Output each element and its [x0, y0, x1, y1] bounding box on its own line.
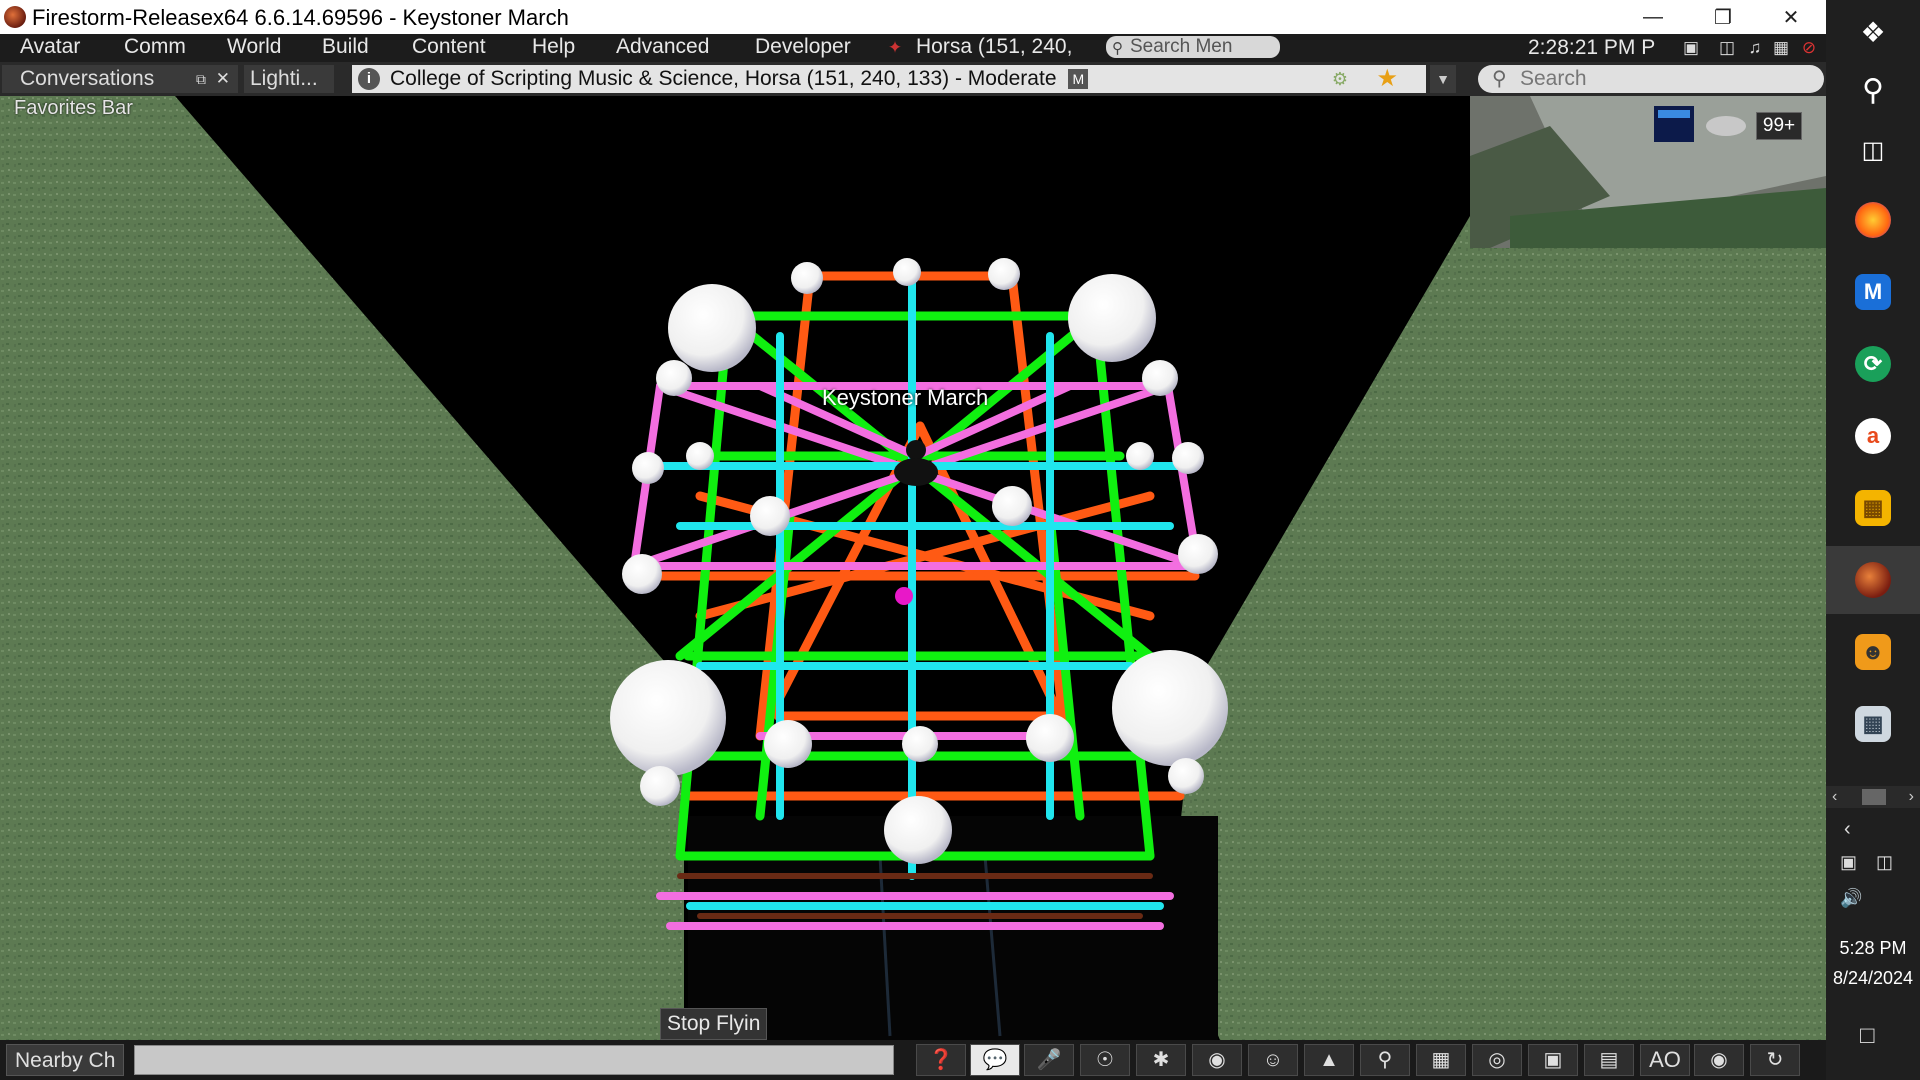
parcel-flags-icon[interactable]: ⚙ — [1332, 65, 1348, 93]
camera-icon[interactable]: ▣ — [1680, 38, 1702, 58]
notification-center-icon[interactable]: □ — [1860, 1022, 1875, 1050]
location-dropdown-button[interactable]: ▼ — [1430, 65, 1456, 93]
chat-icon[interactable]: 💬 — [970, 1044, 1020, 1076]
favorites-bar[interactable]: Favorites Bar — [14, 97, 133, 120]
favorite-star-icon[interactable]: ★ — [1376, 65, 1398, 93]
close-button[interactable]: ✕ — [1756, 0, 1826, 34]
notification-badge[interactable]: 99+ — [1756, 112, 1802, 140]
region-coordinates[interactable]: Horsa (151, 240, — [916, 34, 1072, 62]
scroll-left-icon[interactable]: ‹ — [1832, 786, 1837, 808]
radar-icon[interactable]: ◎ — [1472, 1044, 1522, 1076]
nearby-chat-button[interactable]: Nearby Ch — [6, 1044, 125, 1076]
float-icon[interactable]: ⧉ — [196, 65, 206, 93]
firestorm-icon[interactable] — [1826, 546, 1920, 614]
printer-app-icon[interactable]: ▦ — [1826, 692, 1920, 756]
media-icon[interactable]: ▦ — [1770, 38, 1792, 58]
avatar-name-tag: Keystoner March — [822, 385, 989, 410]
menu-search-placeholder: Search Men — [1130, 36, 1233, 57]
close-icon[interactable]: ✕ — [216, 65, 230, 93]
menu-help[interactable]: Help — [532, 34, 575, 62]
volume-icon[interactable]: 🔊 — [1840, 888, 1862, 909]
menu-search-input[interactable]: ⚲ Search Men — [1106, 36, 1280, 58]
fly-status-icon: ✦ — [887, 38, 903, 57]
menu-build[interactable]: Build — [322, 34, 369, 62]
navigation-bar: Conversations ⧉ ✕ Lighti... i College of… — [0, 62, 1826, 96]
green-app-icon[interactable]: ⟳ — [1826, 332, 1920, 396]
search-icon: ⚲ — [1112, 40, 1123, 57]
search-icon: ⚲ — [1492, 68, 1507, 90]
monitor-icon[interactable]: ◫ — [1716, 38, 1738, 58]
menu-world[interactable]: World — [227, 34, 281, 62]
windows-taskbar: ❖ ⚲ ◫ M ⟳ a ▦ ☻ ▦ ‹ › ‹ ▣ ◫ 🔊 5:28 PM 8/… — [1826, 0, 1920, 1080]
lighting-button[interactable]: Lighti... — [244, 65, 334, 93]
menu-advanced[interactable]: Advanced — [616, 34, 709, 62]
network-icon[interactable]: ◫ — [1876, 852, 1893, 873]
chat-input[interactable] — [134, 1045, 894, 1075]
firefox-icon[interactable] — [1826, 188, 1920, 252]
clock: 2:28:21 PM P — [1528, 36, 1656, 59]
window-title: Firestorm-Releasex64 6.6.14.69596 - Keys… — [32, 5, 569, 30]
mic-icon[interactable]: 🎤 — [1024, 1044, 1074, 1076]
ao-button[interactable]: AO — [1640, 1044, 1690, 1076]
task-view-icon[interactable]: ◫ — [1826, 118, 1920, 182]
conversations-label: Conversations — [20, 67, 155, 90]
window-title-bar: Firestorm-Releasex64 6.6.14.69596 - Keys… — [0, 0, 1826, 34]
places-icon[interactable]: ◉ — [1694, 1044, 1744, 1076]
menu-content[interactable]: Content — [412, 34, 486, 62]
walk-icon[interactable]: ✱ — [1136, 1044, 1186, 1076]
firestorm-app-icon — [4, 6, 26, 28]
maturity-badge: M — [1068, 69, 1089, 90]
map-icon[interactable]: ▦ — [1416, 1044, 1466, 1076]
taskbar-time[interactable]: 5:28 PM — [1826, 938, 1920, 959]
sound-off-icon[interactable]: ⊘ — [1798, 38, 1820, 58]
sync-icon[interactable]: ▣ — [1840, 852, 1857, 873]
stop-flying-button[interactable]: Stop Flyin — [660, 1008, 768, 1040]
hover-icon[interactable]: ↻ — [1750, 1044, 1800, 1076]
search-placeholder: Search — [1520, 67, 1587, 90]
search-icon[interactable]: ⚲ — [1360, 1044, 1410, 1076]
taskbar-date[interactable]: 8/24/2024 — [1826, 968, 1920, 989]
help-icon[interactable]: ❓ — [916, 1044, 966, 1076]
cat-app-icon[interactable]: ☻ — [1826, 620, 1920, 684]
mini-map[interactable]: 99+ — [1470, 96, 1826, 248]
people-icon[interactable]: ☺ — [1248, 1044, 1298, 1076]
inventory-icon[interactable]: ▤ — [1584, 1044, 1634, 1076]
search-input[interactable]: ⚲ Search — [1478, 65, 1824, 93]
search-icon[interactable]: ⚲ — [1826, 58, 1920, 122]
menu-comm[interactable]: Comm — [124, 34, 186, 62]
windows-start-icon[interactable]: ❖ — [1826, 0, 1920, 64]
outfit-icon[interactable]: ▲ — [1304, 1044, 1354, 1076]
m-app-icon[interactable]: M — [1826, 260, 1920, 324]
info-icon[interactable]: i — [358, 68, 380, 90]
eye-icon[interactable]: ◉ — [1192, 1044, 1242, 1076]
conversations-tab[interactable]: Conversations ⧉ ✕ — [2, 65, 238, 93]
folder-app-icon[interactable]: ▦ — [1826, 476, 1920, 540]
music-icon[interactable]: ♫ — [1744, 38, 1766, 58]
chevron-left-icon[interactable]: ‹ — [1844, 818, 1851, 841]
menu-avatar[interactable]: Avatar — [20, 34, 80, 62]
snapshot-icon[interactable]: ▣ — [1528, 1044, 1578, 1076]
location-text: College of Scripting Music & Science, Ho… — [390, 67, 1057, 90]
scroll-right-icon[interactable]: › — [1909, 786, 1914, 808]
headphones-icon[interactable]: ☉ — [1080, 1044, 1130, 1076]
taskbar-scroller[interactable]: ‹ › — [1826, 786, 1920, 808]
menu-bar: Avatar Comm World Build Content Help Adv… — [0, 34, 1826, 62]
bottom-toolbar: Nearby Ch ❓ 💬 🎤 ☉ ✱ ◉ ☺ ▲ ⚲ ▦ ◎ ▣ ▤ AO ◉… — [0, 1040, 1826, 1080]
location-bar[interactable]: i College of Scripting Music & Science, … — [352, 65, 1426, 93]
restore-button[interactable]: ❐ — [1688, 0, 1758, 34]
minimize-button[interactable]: — — [1618, 0, 1688, 34]
menu-developer[interactable]: Developer — [755, 34, 851, 62]
orange-app-icon[interactable]: a — [1826, 404, 1920, 468]
